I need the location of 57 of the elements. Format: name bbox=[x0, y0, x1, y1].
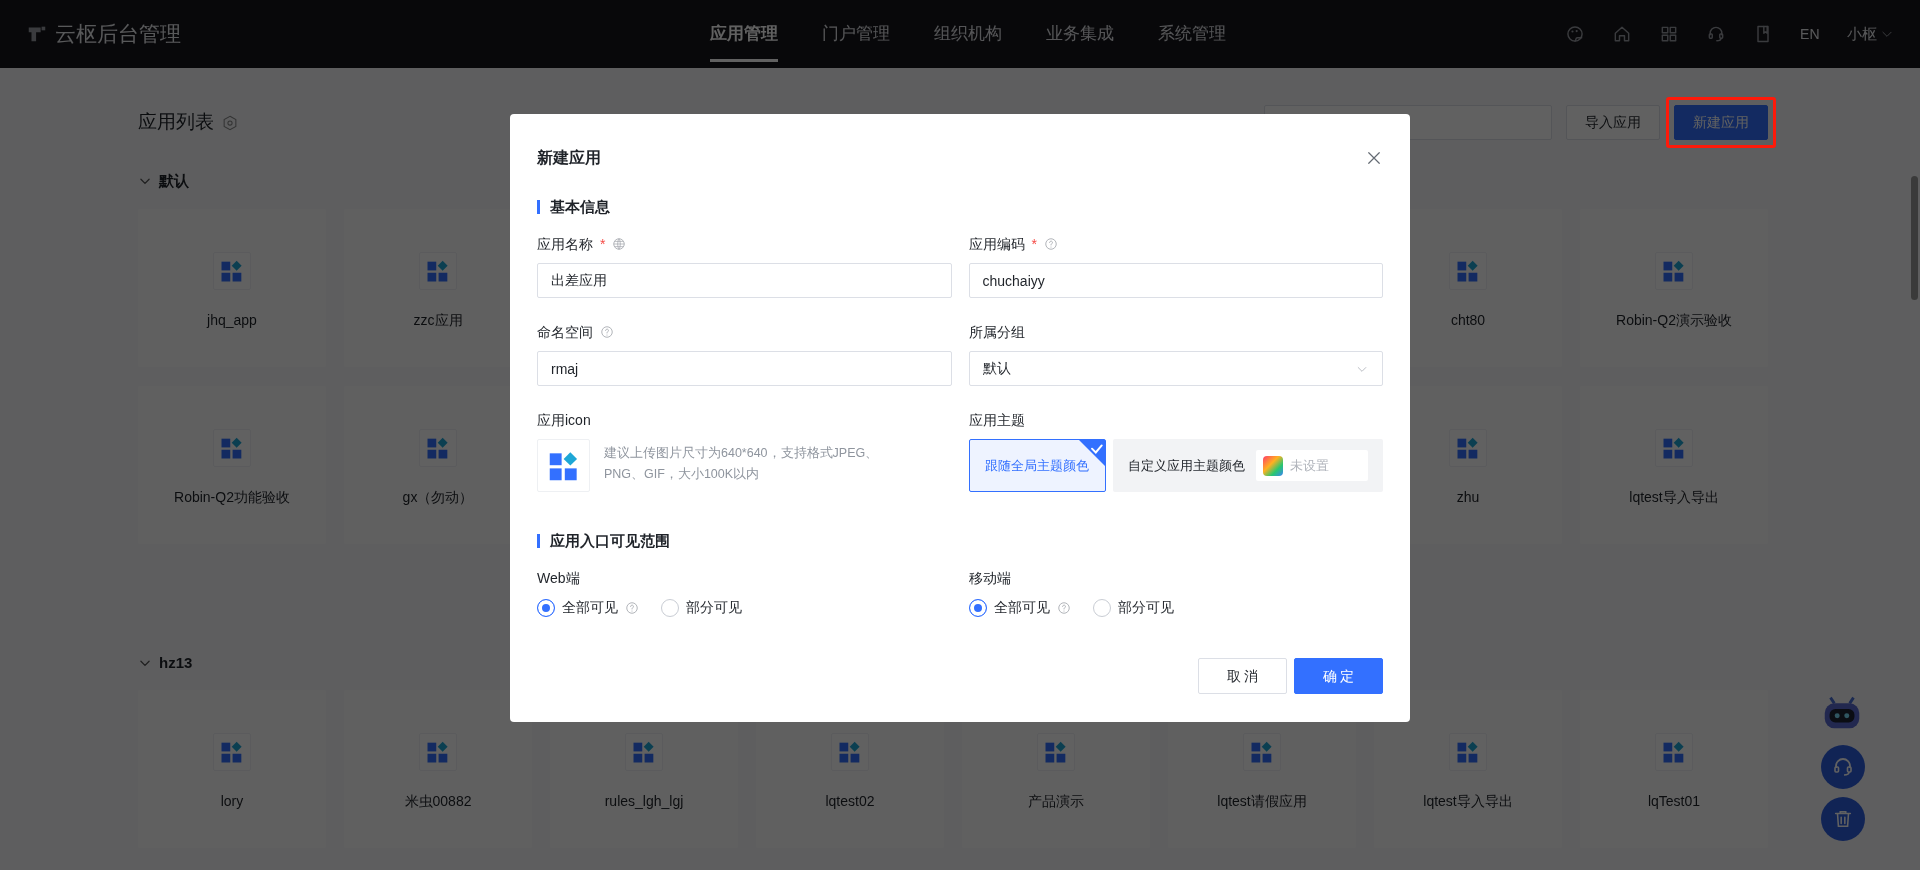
field-label: 应用编码 bbox=[968, 234, 1025, 254]
field-label: 所属分组 bbox=[968, 322, 1025, 342]
app-name: rules_lgh_lgj bbox=[604, 792, 684, 811]
field-label: 移动端 bbox=[968, 568, 1011, 588]
app-name: lqtest请假应用 bbox=[1217, 792, 1307, 811]
theme-option[interactable]: 跟随全局主题颜色 bbox=[968, 439, 1106, 492]
radio-label[interactable]: 全部可见 bbox=[562, 597, 618, 618]
confirm-button[interactable]: 确 定 bbox=[1294, 658, 1383, 694]
app-name: 产品演示 bbox=[1028, 792, 1084, 811]
field-label: 应用主题 bbox=[968, 410, 1025, 430]
radio-label[interactable]: 全部可见 bbox=[993, 597, 1050, 618]
app-name: lqtest导入导出 bbox=[1423, 792, 1513, 811]
required-mark: * bbox=[1031, 234, 1037, 254]
app-name: lqTest01 bbox=[1647, 792, 1701, 811]
language-link[interactable]: EN bbox=[1800, 23, 1820, 45]
nav-tab[interactable]: 组织机构 bbox=[912, 0, 1024, 68]
theme-option[interactable]: 自定义应用主题颜色 未设置 bbox=[1112, 439, 1383, 492]
nav-tab[interactable]: 系统管理 bbox=[1136, 0, 1248, 68]
field-label: 命名空间 bbox=[537, 322, 593, 342]
app-name: cht80 bbox=[1450, 310, 1486, 330]
page-title: 应用列表 bbox=[138, 110, 214, 135]
app-name: zhu bbox=[1456, 487, 1480, 507]
app-name: Robin-Q2演示验收 bbox=[1616, 310, 1732, 330]
radio-label[interactable]: 部分可见 bbox=[686, 597, 742, 618]
app-name: zzc应用 bbox=[413, 310, 463, 330]
cancel-button[interactable]: 取 消 bbox=[1198, 658, 1287, 694]
new-app-button[interactable]: 新建应用 bbox=[1674, 105, 1768, 140]
color-field[interactable]: 未设置 bbox=[1256, 450, 1368, 481]
group-title: 默认 bbox=[159, 171, 189, 191]
app-name: lqtest02 bbox=[825, 792, 875, 811]
radio-label[interactable]: 部分可见 bbox=[1117, 597, 1174, 618]
user-name[interactable]: 小枢 bbox=[1846, 22, 1877, 46]
group-title: hz13 bbox=[159, 652, 193, 673]
dropdown[interactable]: 默认 bbox=[968, 351, 1383, 386]
text-field[interactable]: chuchaiyy bbox=[968, 263, 1383, 298]
field-label: 应用icon bbox=[537, 410, 591, 430]
option-label: 自定义应用主题颜色 bbox=[1127, 456, 1245, 475]
app-name: Robin-Q2功能验收 bbox=[174, 487, 290, 507]
required-mark: * bbox=[600, 234, 606, 254]
text-field[interactable]: 出差应用 bbox=[537, 263, 952, 298]
logo-text: 云枢后台管理 bbox=[55, 21, 181, 48]
field-label: 应用名称 bbox=[537, 234, 593, 254]
import-app-button[interactable]: 导入应用 bbox=[1566, 105, 1660, 140]
text-field[interactable]: rmaj bbox=[537, 351, 952, 386]
field-label: Web端 bbox=[537, 568, 580, 588]
app-name: lory bbox=[220, 792, 244, 811]
nav-tab[interactable]: 应用管理 bbox=[688, 0, 800, 68]
section-title: 应用入口可见范围 bbox=[537, 534, 1383, 548]
upload-hint: 建议上传图片尺寸为640*640，支持格式JPEG、PNG、GIF，大小100K以内 bbox=[604, 444, 880, 483]
app-name: lqtest导入导出 bbox=[1629, 487, 1719, 507]
app-name: 米虫00882 bbox=[404, 792, 472, 811]
section-title: 基本信息 bbox=[537, 200, 1383, 214]
nav-tab[interactable]: 门户管理 bbox=[800, 0, 912, 68]
app-name: gx（勿动） bbox=[402, 487, 474, 507]
nav-tab[interactable]: 业务集成 bbox=[1024, 0, 1136, 68]
dialog-title: 新建应用 bbox=[537, 148, 601, 168]
app-name: jhq_app bbox=[207, 310, 257, 330]
